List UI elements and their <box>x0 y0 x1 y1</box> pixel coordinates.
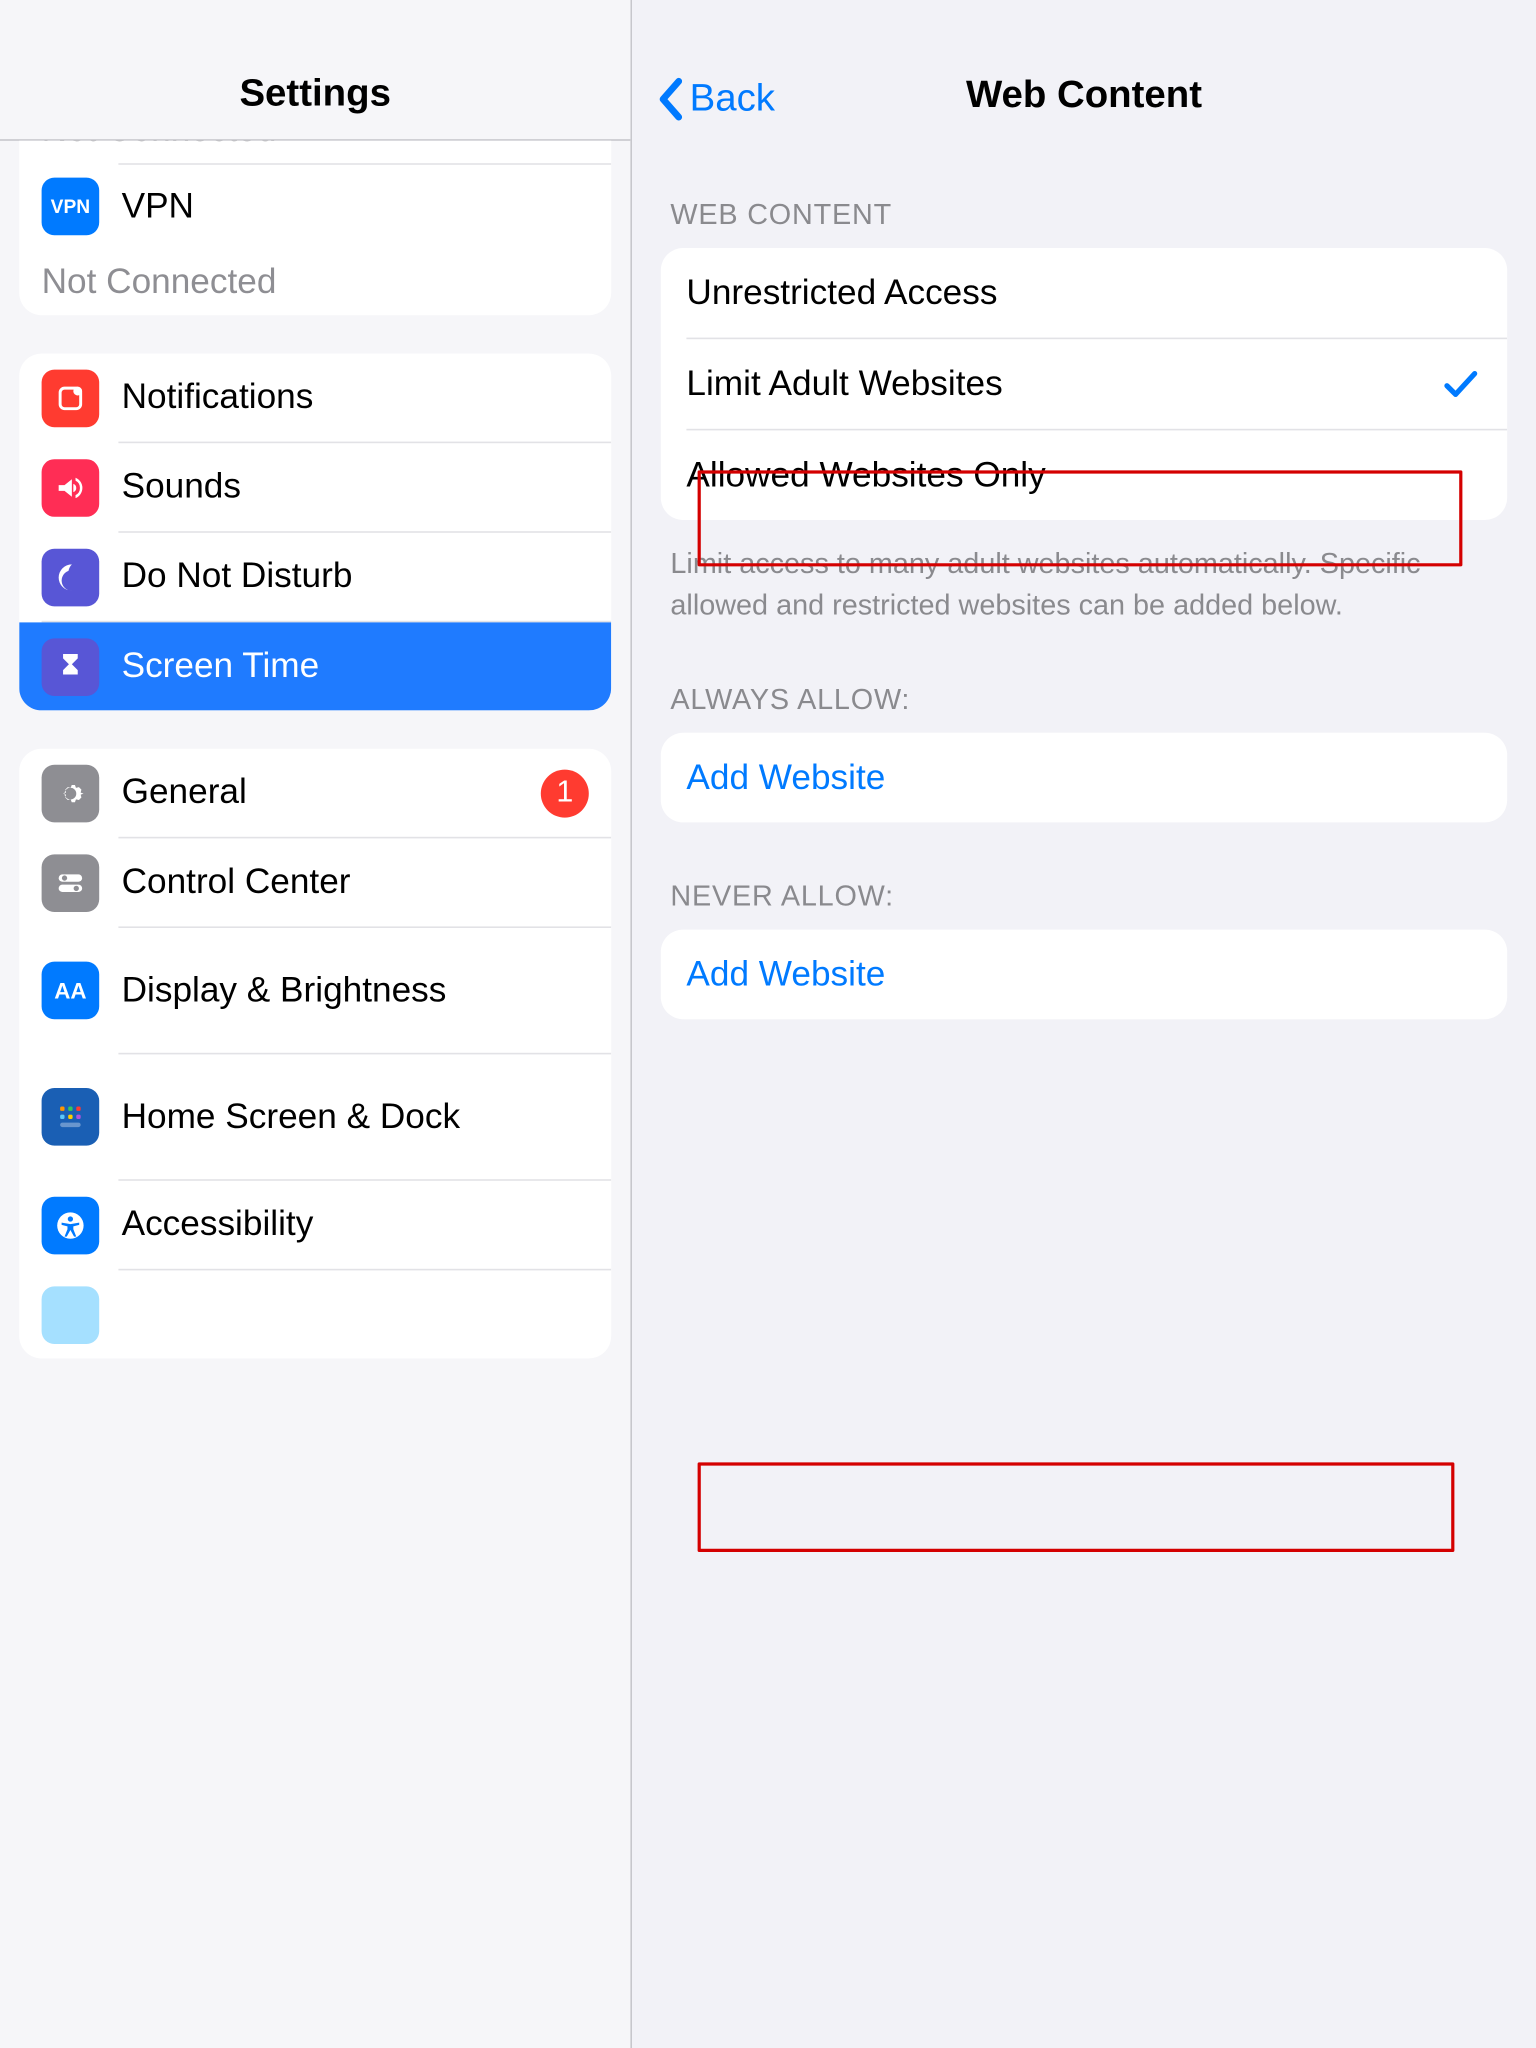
sidebar-item-label: Control Center <box>122 863 351 902</box>
sidebar-item-bluetooth[interactable]: Bluetooth Not Connected <box>19 141 611 163</box>
chevron-left-icon <box>658 77 687 122</box>
sidebar-item-label: Home Screen & Dock <box>122 1097 538 1136</box>
add-website-never-button[interactable]: Add Website <box>661 930 1507 1020</box>
sidebar-item-label: Accessibility <box>122 1205 314 1244</box>
sidebar-item-do-not-disturb[interactable]: Do Not Disturb <box>19 533 611 621</box>
sidebar-item-label: Do Not Disturb <box>122 557 353 596</box>
sidebar-item-label: Screen Time <box>122 647 320 686</box>
sidebar-item-sublabel: Not Connected <box>42 141 589 151</box>
sidebar-item-label: General <box>122 773 247 812</box>
sidebar-group-alerts: Notifications Sounds Do Not <box>19 354 611 711</box>
sidebar-group-connectivity: Bluetooth Not Connected VPN VPN Not Conn… <box>19 141 611 315</box>
sidebar-item-label: Sounds <box>122 468 241 507</box>
option-unrestricted-access[interactable]: Unrestricted Access <box>661 248 1507 338</box>
option-label: Unrestricted Access <box>686 272 997 314</box>
page-title: Web Content <box>966 74 1202 119</box>
notification-badge: 1 <box>541 769 589 817</box>
back-label: Back <box>690 77 775 122</box>
hourglass-icon <box>42 638 100 696</box>
vpn-icon: VPN <box>42 178 100 236</box>
button-label: Add Website <box>686 757 885 799</box>
sidebar-item-label: Notifications <box>122 378 314 417</box>
sidebar-item-sublabel: Not Connected <box>42 261 589 303</box>
sidebar-item-label: Display & Brightness <box>122 971 538 1010</box>
sidebar-title: Settings <box>239 72 391 117</box>
sounds-icon <box>42 458 100 516</box>
button-label: Add Website <box>686 954 885 996</box>
wallpaper-icon <box>42 1286 100 1344</box>
accessibility-icon <box>42 1196 100 1254</box>
notifications-icon <box>42 369 100 427</box>
sidebar-item-display-brightness[interactable]: AA Display & Brightness <box>19 928 611 1053</box>
sidebar-item-notifications[interactable]: Notifications <box>19 354 611 442</box>
settings-sidebar: Settings Bluetooth Not Connected VPN VPN <box>0 0 632 2048</box>
detail-pane: Back Web Content WEB CONTENT Unrestricte… <box>632 0 1536 2048</box>
moon-icon <box>42 548 100 606</box>
option-limit-adult-websites[interactable]: Limit Adult Websites <box>661 339 1507 429</box>
never-allow-list: Add Website <box>661 930 1507 1020</box>
sidebar-item-control-center[interactable]: Control Center <box>19 838 611 926</box>
switches-icon <box>42 854 100 912</box>
sidebar-item-next[interactable] <box>19 1270 611 1358</box>
back-button[interactable]: Back <box>658 77 775 122</box>
text-size-icon: AA <box>42 962 100 1020</box>
sidebar-item-sounds[interactable]: Sounds <box>19 443 611 531</box>
section-header-never-allow: NEVER ALLOW: <box>661 823 1507 930</box>
option-label: Limit Adult Websites <box>686 363 1002 405</box>
web-content-options: Unrestricted Access Limit Adult Websites… <box>661 248 1507 520</box>
sidebar-item-vpn[interactable]: VPN VPN Not Connected <box>19 165 611 315</box>
section-footer-web-content: Limit access to many adult websites auto… <box>661 520 1507 626</box>
section-header-always-allow: ALWAYS ALLOW: <box>661 626 1507 733</box>
sidebar-group-device: General 1 Control Center AA Display & Br… <box>19 749 611 1359</box>
option-allowed-websites-only[interactable]: Allowed Websites Only <box>661 430 1507 520</box>
always-allow-list: Add Website <box>661 733 1507 823</box>
sidebar-item-home-screen-dock[interactable]: Home Screen & Dock <box>19 1054 611 1179</box>
sidebar-item-screen-time[interactable]: Screen Time <box>19 622 611 710</box>
detail-header: Back Web Content <box>632 0 1536 141</box>
sidebar-item-accessibility[interactable]: Accessibility <box>19 1181 611 1269</box>
checkmark-icon <box>1440 363 1482 405</box>
sidebar-header: Settings <box>0 0 630 141</box>
sidebar-item-general[interactable]: General 1 <box>19 749 611 837</box>
gear-icon <box>42 764 100 822</box>
option-label: Allowed Websites Only <box>686 454 1045 496</box>
grid-icon <box>42 1088 100 1146</box>
add-website-allow-button[interactable]: Add Website <box>661 733 1507 823</box>
sidebar-item-label: VPN <box>122 187 589 226</box>
section-header-web-content: WEB CONTENT <box>661 141 1507 248</box>
sidebar-scroll[interactable]: Bluetooth Not Connected VPN VPN Not Conn… <box>0 141 630 2048</box>
